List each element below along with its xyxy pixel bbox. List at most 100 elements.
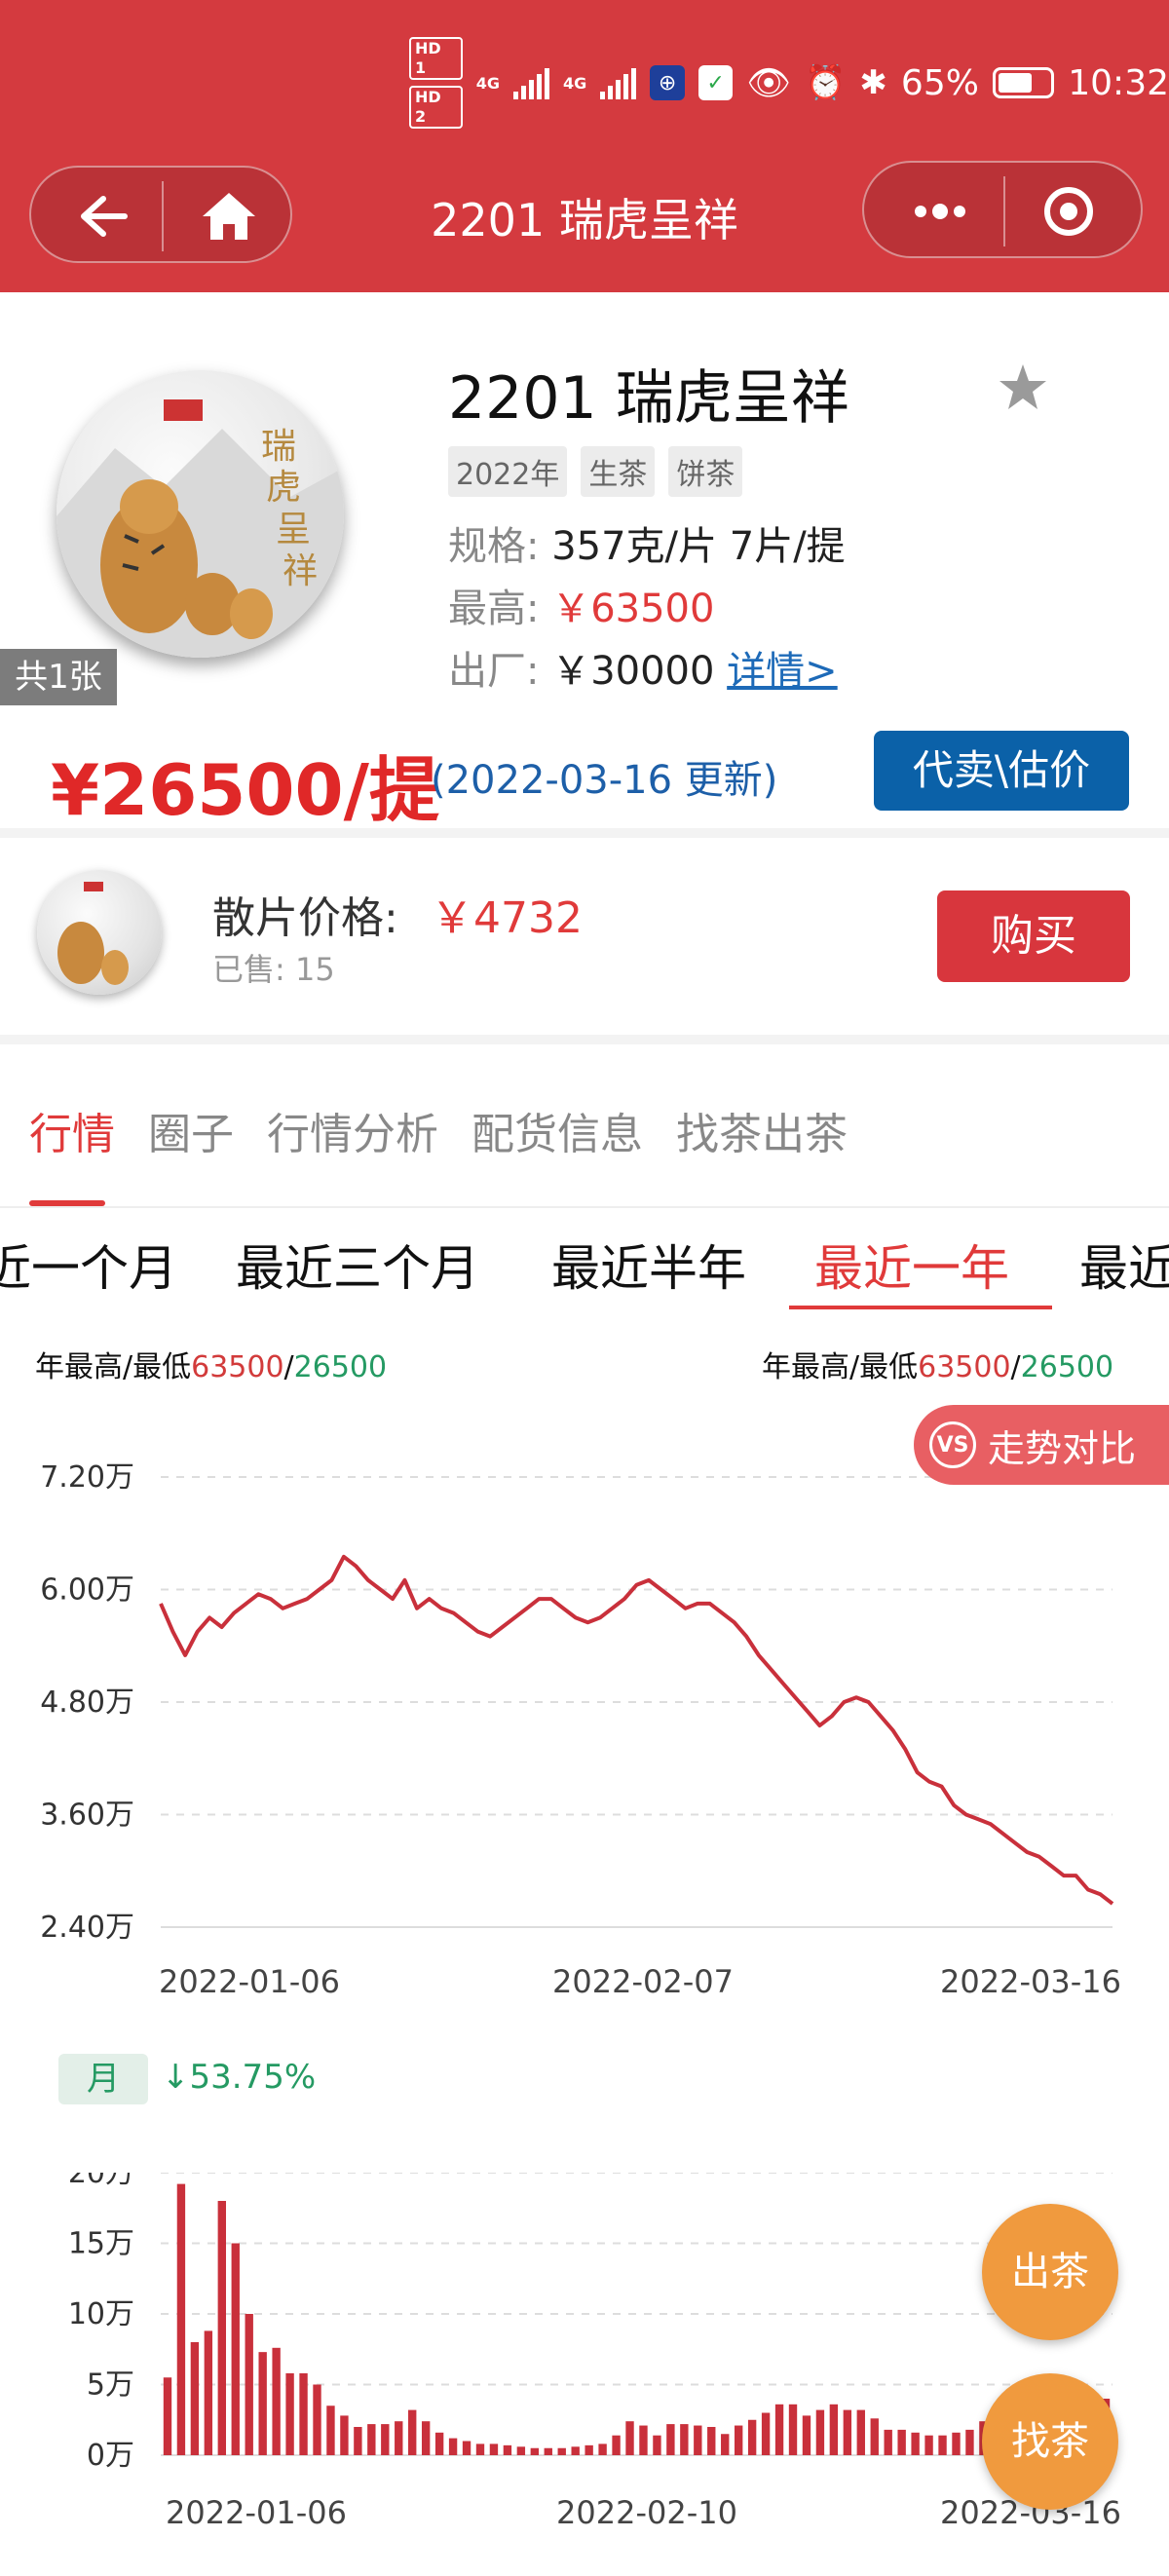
tab-market[interactable]: 行情 — [29, 1099, 115, 1161]
volume-bar — [204, 2330, 213, 2455]
volume-bar — [367, 2424, 376, 2455]
y-tick-label: 3.60万 — [40, 1799, 134, 1833]
factory-label: 出厂: — [448, 649, 540, 694]
y-tick-label: 15万 — [68, 2227, 134, 2261]
image-count-badge: 共1张 — [0, 649, 117, 705]
target-circle-icon[interactable] — [1039, 182, 1098, 241]
product-name: 2201 瑞虎呈祥 — [448, 364, 849, 433]
volume-bar — [326, 2406, 335, 2455]
content-tabs: 行情 圈子 行情分析 配货信息 找茶出茶 — [29, 1099, 848, 1161]
clock: 10:32 — [1068, 62, 1169, 103]
year-high-low-left: 年最高/最低63500/26500 — [35, 1343, 387, 1385]
volume-bar — [694, 2425, 702, 2455]
spec-label: 规格: — [448, 524, 540, 569]
volume-bar — [747, 2419, 757, 2455]
tag-year: 2022年 — [448, 446, 568, 497]
price-line-svg: 7.20万 6.00万 4.80万 3.60万 2.40万 2022-01-06 2022-… — [40, 1460, 1121, 2000]
hilo-sep: / — [1010, 1350, 1021, 1384]
find-tea-button[interactable]: 找茶 — [982, 2373, 1118, 2510]
y-tick-label: 6.00万 — [40, 1573, 134, 1608]
y-tick-label: 0万 — [87, 2439, 134, 2473]
loose-price-value: ￥4732 — [431, 893, 583, 943]
month-change-percent: ↓53.75% — [162, 2058, 317, 2097]
volume-bar — [734, 2425, 743, 2455]
sold-count: 已售: 15 — [212, 951, 335, 988]
hilo-low: 26500 — [1020, 1350, 1114, 1384]
spec-row: 规格: 357克/片 7片/提 — [448, 514, 846, 571]
back-arrow-icon[interactable] — [58, 189, 136, 244]
high-value: ￥63500 — [551, 587, 715, 631]
buy-button[interactable]: 购买 — [937, 890, 1130, 982]
volume-bar — [639, 2425, 648, 2455]
factory-value: ￥30000 — [551, 649, 715, 694]
x-date-label: 2022-01-06 — [159, 1963, 340, 2000]
svg-text:祥: 祥 — [283, 551, 318, 591]
nav-capsule — [29, 166, 292, 263]
x-date-label: 2022-02-07 — [552, 1963, 734, 2000]
tab-allocation[interactable]: 配货信息 — [471, 1099, 643, 1161]
svg-text:虎: 虎 — [266, 468, 301, 508]
favorite-star-icon[interactable] — [994, 359, 1052, 417]
product-image[interactable]: 瑞 虎 呈 祥 — [57, 370, 344, 658]
volume-bar — [462, 2441, 471, 2455]
update-date: (2022-03-16 更新) — [431, 758, 778, 803]
period-3-months[interactable]: 最近三个月 — [236, 1230, 479, 1300]
volume-bar — [843, 2409, 852, 2455]
volume-bar — [340, 2415, 349, 2455]
tab-find-sell[interactable]: 找茶出茶 — [676, 1099, 848, 1161]
y-tick-label: 20万 — [68, 2173, 134, 2190]
volume-bar — [408, 2409, 417, 2455]
period-half-year[interactable]: 最近半年 — [551, 1230, 746, 1300]
hilo-label: 年最高/最低 — [35, 1350, 192, 1384]
svg-text:呈: 呈 — [276, 510, 311, 549]
spec-value: 357克/片 7片/提 — [551, 524, 846, 569]
volume-bar — [245, 2314, 253, 2455]
y-tick-label: 10万 — [68, 2297, 134, 2331]
hd1-badge: HD 1 — [409, 37, 463, 80]
bluetooth-icon: ✱ — [859, 63, 887, 102]
home-icon[interactable] — [195, 187, 263, 246]
more-dots-icon[interactable] — [893, 182, 981, 241]
volume-bar — [448, 2438, 458, 2455]
detail-link[interactable]: 详情> — [727, 649, 838, 694]
volume-bar — [516, 2446, 526, 2455]
volume-bar — [965, 2429, 974, 2455]
volume-bar — [584, 2444, 593, 2455]
volume-bar — [258, 2352, 267, 2455]
volume-bar — [952, 2432, 961, 2455]
consign-estimate-button[interactable]: 代卖\估价 — [874, 731, 1129, 811]
hilo-high: 63500 — [191, 1350, 284, 1384]
tab-circle[interactable]: 圈子 — [148, 1099, 234, 1161]
period-2-years[interactable]: 最近 — [1079, 1230, 1169, 1300]
signal-icon — [512, 66, 549, 99]
volume-bar — [856, 2409, 865, 2455]
period-1-month[interactable]: 近一个月 — [0, 1230, 177, 1300]
tag-type: 生茶 — [581, 446, 656, 497]
volume-bar — [598, 2443, 607, 2455]
alarm-icon: ⏰ — [805, 63, 847, 102]
volume-bar — [815, 2409, 825, 2455]
volume-bar — [176, 2183, 186, 2455]
section-divider — [0, 1035, 1169, 1044]
volume-bar — [475, 2443, 485, 2455]
volume-bar — [530, 2447, 540, 2455]
volume-bar — [489, 2443, 499, 2455]
price-trend-chart: 7.20万 6.00万 4.80万 3.60万 2.40万 2022-01-06 2022-… — [0, 1432, 1169, 2017]
volume-bar — [897, 2429, 906, 2455]
hilo-sep: / — [283, 1350, 294, 1384]
hd-indicator: HD 1 HD 2 — [409, 37, 463, 129]
trend-compare-button[interactable]: VS 走势对比 — [914, 1405, 1169, 1485]
tab-analysis[interactable]: 行情分析 — [267, 1099, 438, 1161]
volume-bar — [680, 2424, 689, 2455]
app-notification-icon: ⊕ — [650, 65, 685, 100]
month-badge[interactable]: 月 — [58, 2054, 148, 2104]
high-row: 最高: ￥63500 — [448, 577, 714, 633]
volume-bar — [190, 2342, 200, 2455]
sell-tea-button[interactable]: 出茶 — [982, 2204, 1118, 2340]
volume-bar — [870, 2418, 879, 2455]
loose-price-label: 散片价格: — [212, 893, 398, 943]
tag-form: 饼茶 — [668, 446, 743, 497]
period-1-year[interactable]: 最近一年 — [814, 1230, 1009, 1300]
battery-percent: 65% — [900, 62, 979, 103]
volume-bar — [217, 2201, 226, 2455]
